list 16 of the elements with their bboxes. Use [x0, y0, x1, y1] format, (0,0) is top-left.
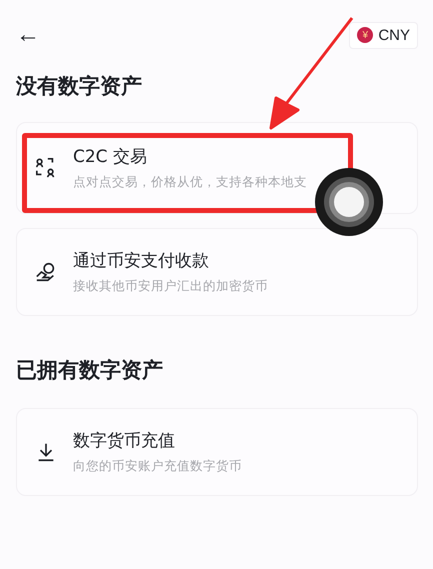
currency-button[interactable]: ¥ CNY [349, 22, 418, 48]
section-title: 没有数字资产 [14, 73, 143, 100]
people-icon [35, 157, 57, 179]
option-description: 点对点交易，价格从优，支持各种本地支 [73, 174, 307, 191]
yuan-coin-icon: ¥ [357, 27, 374, 43]
touch-indicator [315, 168, 383, 236]
option-description: 接收其他币安用户汇出的加密货币 [73, 278, 268, 295]
option-description: 向您的币安账户充值数字货币 [73, 458, 242, 475]
option-title: 通过币安支付收款 [73, 250, 210, 272]
hand-coin-icon [35, 261, 57, 283]
option-title: C2C 交易 [73, 146, 148, 168]
back-button[interactable]: ← [16, 23, 40, 47]
option-title: 数字货币充值 [73, 430, 176, 452]
option-card[interactable]: 通过币安支付收款 接收其他币安用户汇出的加密货币 [16, 228, 418, 316]
section-title: 已拥有数字资产 [15, 357, 164, 384]
option-card[interactable]: 数字货币充值 向您的币安账户充值数字货币 [16, 408, 418, 496]
